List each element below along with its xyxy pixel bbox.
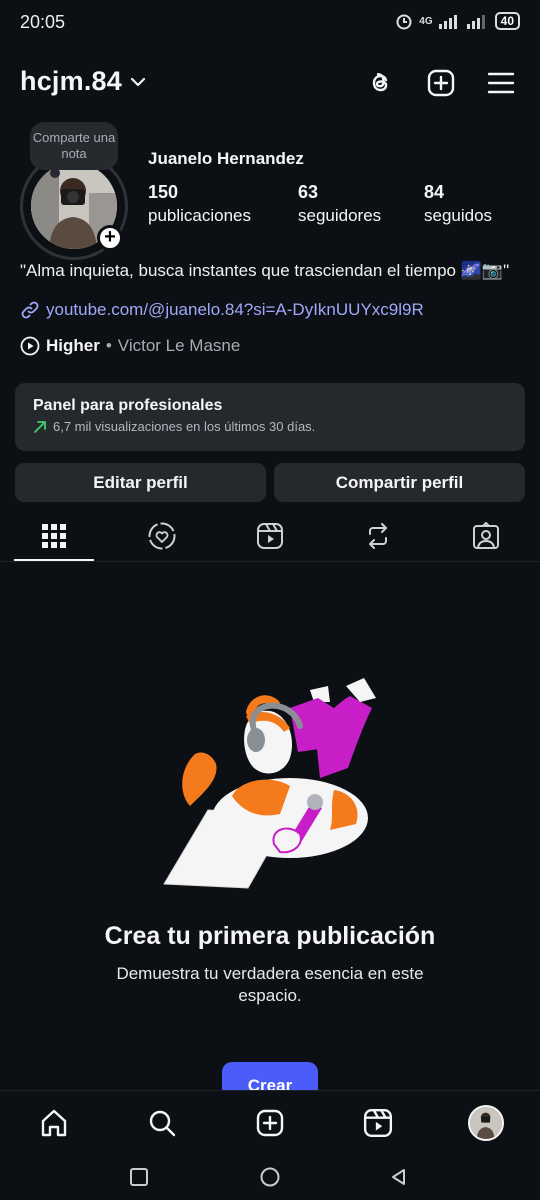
profile-link-text: youtube.com/@juanelo.84?si=A-DyIknUUYxc9…	[46, 300, 424, 319]
reposts-icon	[369, 523, 387, 549]
tab-reels[interactable]	[250, 516, 290, 556]
heart-story-icon	[148, 522, 176, 550]
chevron-down-icon[interactable]	[128, 72, 148, 92]
system-navigation	[0, 1152, 540, 1200]
reels-icon	[363, 1108, 393, 1138]
nav-profile[interactable]	[466, 1103, 506, 1143]
search-icon	[149, 1110, 176, 1137]
signal-icon	[438, 15, 457, 29]
stat-followers-label: seguidores	[298, 206, 382, 225]
stat-posts-label: publicaciones	[148, 206, 252, 225]
professional-dashboard[interactable]: Panel para profesionales 6,7 mil visuali…	[15, 383, 525, 451]
home-icon	[41, 1109, 67, 1137]
create-icon[interactable]	[424, 66, 458, 100]
stat-following[interactable]: 84 seguidos	[424, 180, 492, 228]
profile-avatar-small	[468, 1105, 504, 1141]
active-tab-indicator	[14, 559, 94, 561]
music-separator: •	[105, 336, 112, 355]
panel-title: Panel para profesionales	[33, 397, 223, 414]
tab-highlights[interactable]	[142, 516, 182, 556]
stat-followers[interactable]: 63 seguidores	[298, 180, 381, 228]
threads-icon[interactable]	[364, 66, 398, 100]
link-icon	[21, 301, 39, 319]
profile-full-name: Juanelo Hernandez	[148, 149, 304, 168]
profile-header: hcjm.84	[0, 60, 540, 106]
reels-icon	[257, 523, 283, 549]
panel-subtitle-row: 6,7 mil visualizaciones en los últimos 3…	[33, 419, 507, 434]
trend-up-icon	[34, 420, 46, 433]
nav-search[interactable]	[142, 1103, 182, 1143]
profile-tabs	[0, 510, 540, 562]
menu-icon[interactable]	[484, 66, 518, 100]
status-bar: 20:05 4G 40	[0, 0, 540, 46]
battery-icon: 40	[494, 12, 520, 30]
tab-reposts[interactable]	[358, 516, 398, 556]
tab-grid[interactable]	[34, 516, 74, 556]
username[interactable]: hcjm.84	[20, 66, 122, 97]
network-type: 4G	[419, 15, 433, 27]
status-icons: 4G 40	[395, 12, 520, 30]
stat-posts-value: 150	[148, 182, 179, 202]
profile-link[interactable]: youtube.com/@juanelo.84?si=A-DyIknUUYxc9…	[20, 300, 424, 320]
tab-tagged[interactable]	[466, 516, 506, 556]
create-icon	[256, 1109, 284, 1137]
tagged-icon	[473, 522, 499, 549]
nav-home[interactable]	[34, 1103, 74, 1143]
profile-music[interactable]: Higher • Victor Le Masne	[20, 336, 240, 356]
bottom-navigation	[0, 1090, 540, 1152]
panel-subtitle: 6,7 mil visualizaciones en los últimos 3…	[53, 419, 316, 434]
stat-following-label: seguidos	[424, 206, 493, 225]
stat-posts[interactable]: 150 publicaciones	[148, 180, 251, 228]
share-profile-button[interactable]: Compartir perfil	[274, 463, 525, 502]
alarm-icon	[396, 14, 412, 30]
status-time: 20:05	[20, 12, 66, 32]
music-artist: Victor Le Masne	[117, 336, 241, 355]
grid-icon	[42, 524, 66, 548]
stat-followers-value: 63	[298, 182, 319, 202]
music-song: Higher	[46, 336, 100, 355]
recents-icon[interactable]	[126, 1164, 152, 1190]
empty-state-subtitle: Demuestra tu verdadera esencia en este e…	[116, 964, 424, 1005]
back-icon[interactable]	[386, 1164, 412, 1190]
note-bubble[interactable]: Comparte una nota	[30, 122, 118, 178]
play-circle-icon	[20, 336, 40, 356]
empty-state-illustration	[163, 678, 376, 889]
add-story-icon[interactable]: +	[97, 225, 123, 251]
empty-state-title: Crea tu primera publicación	[104, 922, 436, 950]
stat-following-value: 84	[424, 182, 445, 202]
edit-profile-button[interactable]: Editar perfil	[15, 463, 266, 502]
profile-bio: "Alma inquieta, busca instantes que tras…	[20, 261, 510, 280]
nav-create[interactable]	[250, 1103, 290, 1143]
nav-reels[interactable]	[358, 1103, 398, 1143]
signal-icon-2	[466, 15, 485, 29]
home-button-icon[interactable]	[257, 1164, 283, 1190]
